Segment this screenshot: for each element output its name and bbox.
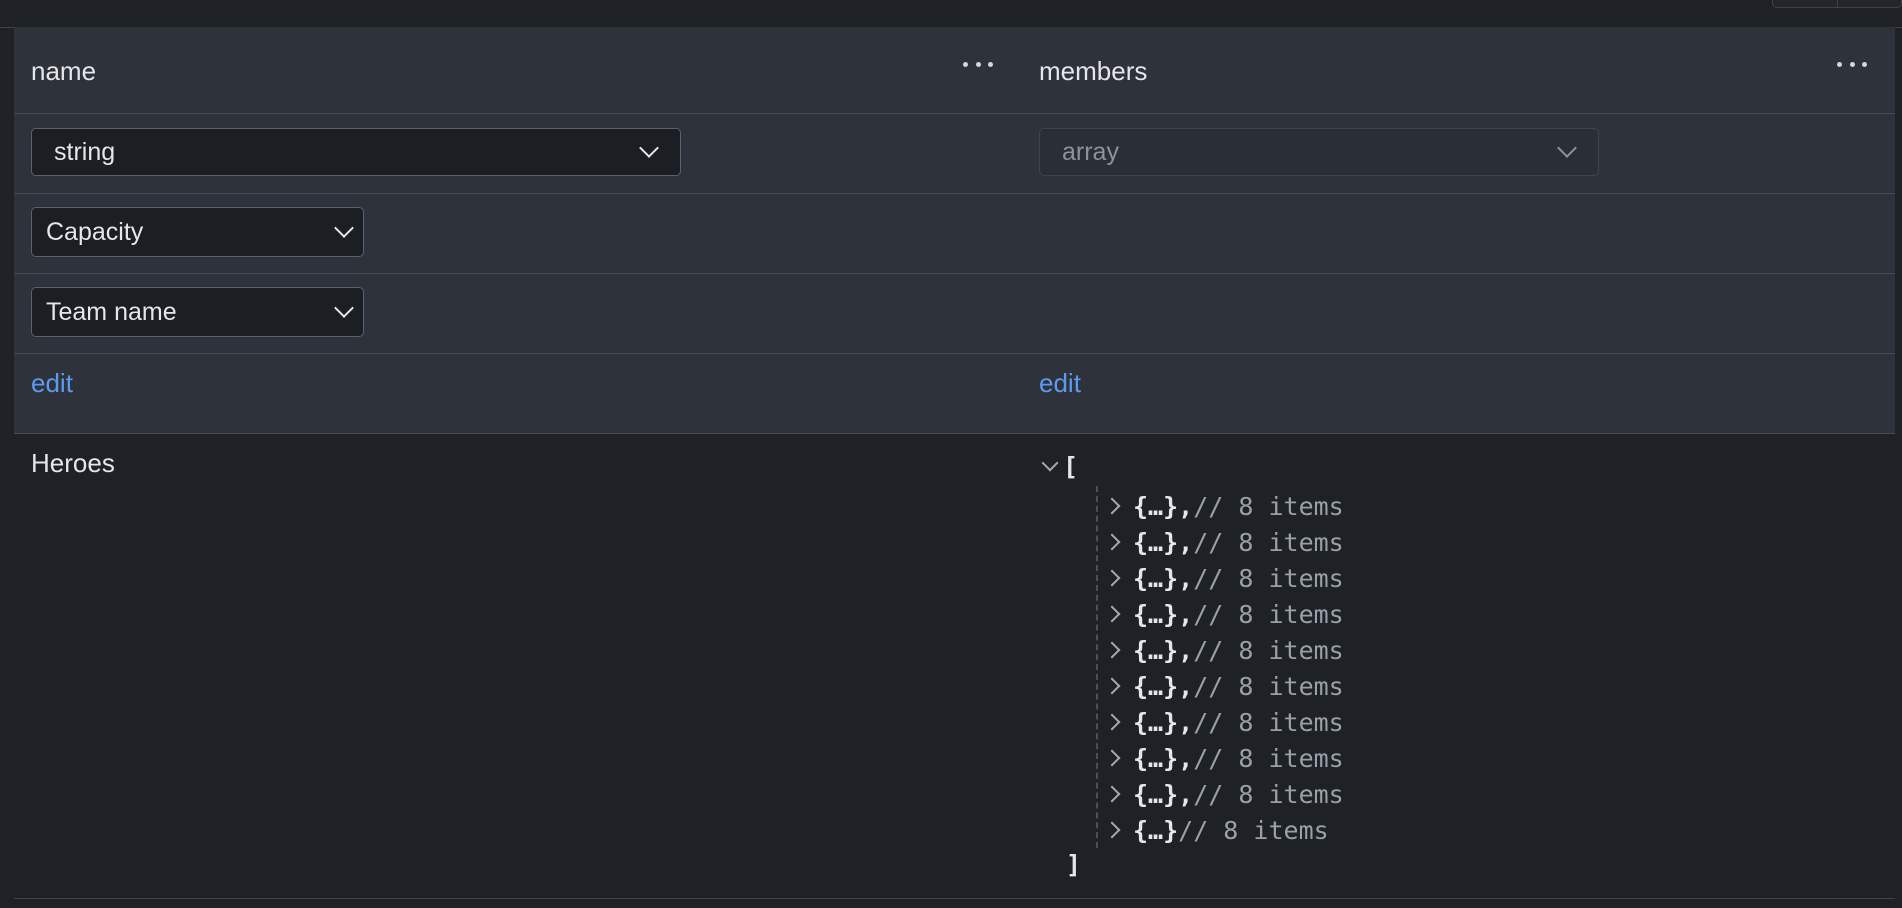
team-name-select[interactable]: Team name bbox=[31, 287, 364, 337]
type-row: array bbox=[1022, 114, 1895, 194]
object-label: {…} bbox=[1133, 563, 1179, 593]
chevron-down-icon bbox=[335, 304, 351, 320]
chevron-down-icon bbox=[335, 224, 351, 240]
cell-value: Heroes bbox=[31, 448, 115, 478]
object-label: {…} bbox=[1133, 779, 1179, 809]
divider bbox=[1837, 0, 1838, 7]
json-array-item[interactable]: {…} // 8 items bbox=[1107, 812, 1344, 848]
object-label: {…} bbox=[1133, 527, 1179, 557]
json-tree-items: {…}, // 8 items {…}, // 8 items {…}, // 8 … bbox=[1107, 488, 1344, 848]
filter-row-1 bbox=[1022, 194, 1895, 274]
object-label: {…} bbox=[1133, 815, 1179, 845]
object-label: {…} bbox=[1133, 635, 1179, 665]
type-select-value: string bbox=[54, 137, 116, 166]
separator: , bbox=[1178, 563, 1194, 593]
expand-icon[interactable] bbox=[1107, 571, 1121, 585]
json-array-item[interactable]: {…}, // 8 items bbox=[1107, 596, 1344, 632]
data-grid: name string Capacity Team name edit Hero… bbox=[0, 27, 1895, 899]
separator: , bbox=[1178, 743, 1194, 773]
column-title: name bbox=[31, 56, 97, 86]
expand-icon[interactable] bbox=[1107, 751, 1121, 765]
collapse-icon[interactable] bbox=[1042, 459, 1056, 473]
item-count-comment: // 8 items bbox=[1193, 491, 1344, 521]
column-members: members array edit [ {…}, // 8 items {…},… bbox=[1022, 27, 1895, 899]
edit-row: edit bbox=[14, 354, 1022, 434]
separator: , bbox=[1178, 527, 1194, 557]
item-count-comment: // 8 items bbox=[1193, 743, 1344, 773]
indent-guide bbox=[1096, 486, 1098, 848]
json-array-item[interactable]: {…}, // 8 items bbox=[1107, 488, 1344, 524]
separator: , bbox=[1178, 635, 1194, 665]
filter-row-2: Team name bbox=[14, 274, 1022, 354]
item-count-comment: // 8 items bbox=[1178, 815, 1329, 845]
object-label: {…} bbox=[1133, 599, 1179, 629]
item-count-comment: // 8 items bbox=[1193, 635, 1344, 665]
json-array-item[interactable]: {…}, // 8 items bbox=[1107, 704, 1344, 740]
json-array-item[interactable]: {…}, // 8 items bbox=[1107, 740, 1344, 776]
object-label: {…} bbox=[1133, 671, 1179, 701]
expand-icon[interactable] bbox=[1107, 679, 1121, 693]
expand-icon[interactable] bbox=[1107, 643, 1121, 657]
json-array-item[interactable]: {…}, // 8 items bbox=[1107, 668, 1344, 704]
type-row: string bbox=[14, 114, 1022, 194]
column-header: name bbox=[14, 27, 1022, 114]
expand-icon[interactable] bbox=[1107, 535, 1121, 549]
separator: , bbox=[1178, 671, 1194, 701]
separator: , bbox=[1178, 779, 1194, 809]
chevron-down-icon bbox=[1558, 144, 1574, 160]
type-select[interactable]: array bbox=[1039, 128, 1599, 176]
json-array-item[interactable]: {…}, // 8 items bbox=[1107, 524, 1344, 560]
top-bar bbox=[0, 0, 1902, 28]
object-label: {…} bbox=[1133, 743, 1179, 773]
filter-row-1: Capacity bbox=[14, 194, 1022, 274]
item-count-comment: // 8 items bbox=[1193, 779, 1344, 809]
json-tree-root: [ bbox=[1042, 448, 1078, 484]
column-header: members bbox=[1022, 27, 1895, 114]
expand-icon[interactable] bbox=[1107, 715, 1121, 729]
json-array-item[interactable]: {…}, // 8 items bbox=[1107, 632, 1344, 668]
top-control-group[interactable] bbox=[1772, 0, 1902, 8]
item-count-comment: // 8 items bbox=[1193, 707, 1344, 737]
edit-link[interactable]: edit bbox=[1039, 368, 1081, 399]
item-count-comment: // 8 items bbox=[1193, 563, 1344, 593]
capacity-select[interactable]: Capacity bbox=[31, 207, 364, 257]
edit-link[interactable]: edit bbox=[31, 368, 73, 399]
item-count-comment: // 8 items bbox=[1193, 671, 1344, 701]
data-row: [ {…}, // 8 items {…}, // 8 items {…}, // … bbox=[1022, 434, 1895, 899]
expand-icon[interactable] bbox=[1107, 607, 1121, 621]
more-icon[interactable] bbox=[1837, 55, 1867, 73]
edit-row: edit bbox=[1022, 354, 1895, 434]
data-row: Heroes bbox=[14, 434, 1022, 899]
json-array-item[interactable]: {…}, // 8 items bbox=[1107, 560, 1344, 596]
team-name-select-value: Team name bbox=[46, 297, 177, 326]
column-name: name string Capacity Team name edit Hero… bbox=[14, 27, 1022, 899]
separator: , bbox=[1178, 707, 1194, 737]
type-select[interactable]: string bbox=[31, 128, 681, 176]
separator: , bbox=[1178, 491, 1194, 521]
capacity-select-value: Capacity bbox=[46, 217, 144, 246]
chevron-down-icon bbox=[640, 144, 656, 160]
filter-row-2 bbox=[1022, 274, 1895, 354]
expand-icon[interactable] bbox=[1107, 823, 1121, 837]
column-title: members bbox=[1039, 56, 1148, 86]
item-count-comment: // 8 items bbox=[1193, 527, 1344, 557]
item-count-comment: // 8 items bbox=[1193, 599, 1344, 629]
open-bracket: [ bbox=[1063, 451, 1079, 481]
type-select-value: array bbox=[1062, 137, 1119, 166]
more-icon[interactable] bbox=[963, 55, 993, 73]
object-label: {…} bbox=[1133, 707, 1179, 737]
expand-icon[interactable] bbox=[1107, 499, 1121, 513]
object-label: {…} bbox=[1133, 491, 1179, 521]
expand-icon[interactable] bbox=[1107, 787, 1121, 801]
separator: , bbox=[1178, 599, 1194, 629]
close-bracket: ] bbox=[1066, 850, 1082, 879]
json-array-item[interactable]: {…}, // 8 items bbox=[1107, 776, 1344, 812]
